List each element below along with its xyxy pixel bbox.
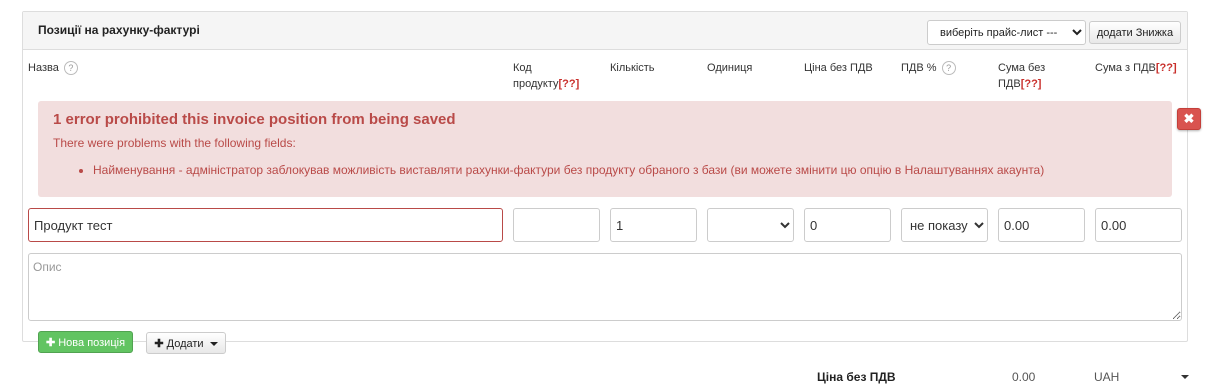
close-icon[interactable]: ✖ <box>1177 108 1201 130</box>
help-icon[interactable]: ? <box>941 61 956 76</box>
description-textarea[interactable] <box>28 253 1182 321</box>
required-marker: [??] <box>1020 78 1042 90</box>
error-list: Найменування - адміністратор заблокував … <box>53 163 1044 177</box>
caret-down-icon[interactable] <box>1181 375 1189 379</box>
panel-title: Позиції на рахунку-фактурі <box>38 23 200 37</box>
column-header-unit: Одиниця <box>707 62 753 74</box>
column-header-vat: ПДВ % ? <box>901 60 956 76</box>
error-item: Найменування - адміністратор заблокував … <box>93 163 1044 177</box>
column-header-name: Назва ? <box>28 60 78 76</box>
totals-label: Ціна без ПДВ <box>817 370 896 384</box>
pricelist-select[interactable]: виберіть прайс-лист --- <box>927 20 1086 45</box>
sum-net-input[interactable] <box>998 208 1085 242</box>
unit-select[interactable] <box>707 208 794 242</box>
totals-value: 0.00 <box>1012 370 1036 384</box>
column-header-quantity: Кількість <box>610 62 655 74</box>
required-marker: [??] <box>558 78 580 90</box>
product-code-input[interactable] <box>513 208 600 242</box>
error-title: 1 error prohibited this invoice position… <box>53 111 456 128</box>
help-icon[interactable]: ? <box>63 61 78 76</box>
sum-gross-input[interactable] <box>1095 208 1182 242</box>
error-intro: There were problems with the following f… <box>53 136 296 150</box>
vat-select[interactable]: не показу <box>901 208 988 242</box>
plus-icon: ✚ <box>154 337 164 350</box>
caret-down-icon <box>209 341 218 346</box>
required-marker: [??] <box>1155 62 1177 74</box>
column-header-price-net: Ціна без ПДВ <box>804 62 873 74</box>
add-discount-button[interactable]: додати Знижка <box>1089 21 1181 44</box>
new-position-button[interactable]: ✚ Нова позиція <box>38 331 133 353</box>
price-net-input[interactable] <box>804 208 891 242</box>
currency-label: UAH <box>1094 370 1120 384</box>
panel-header: Позиції на рахунку-фактурі виберіть прай… <box>23 12 1187 50</box>
error-alert: 1 error prohibited this invoice position… <box>38 101 1172 197</box>
column-header-sum-gross: Сума з ПДВ[??] <box>1095 62 1177 74</box>
quantity-input[interactable] <box>610 208 697 242</box>
column-header-sum-net: Сума без ПДВ[??] <box>998 62 1046 90</box>
plus-icon: ✚ <box>45 336 56 349</box>
column-header-code: Код продукту[??] <box>513 62 580 90</box>
add-dropdown-button[interactable]: ✚ Додати <box>146 332 226 354</box>
product-name-input[interactable] <box>28 208 503 242</box>
